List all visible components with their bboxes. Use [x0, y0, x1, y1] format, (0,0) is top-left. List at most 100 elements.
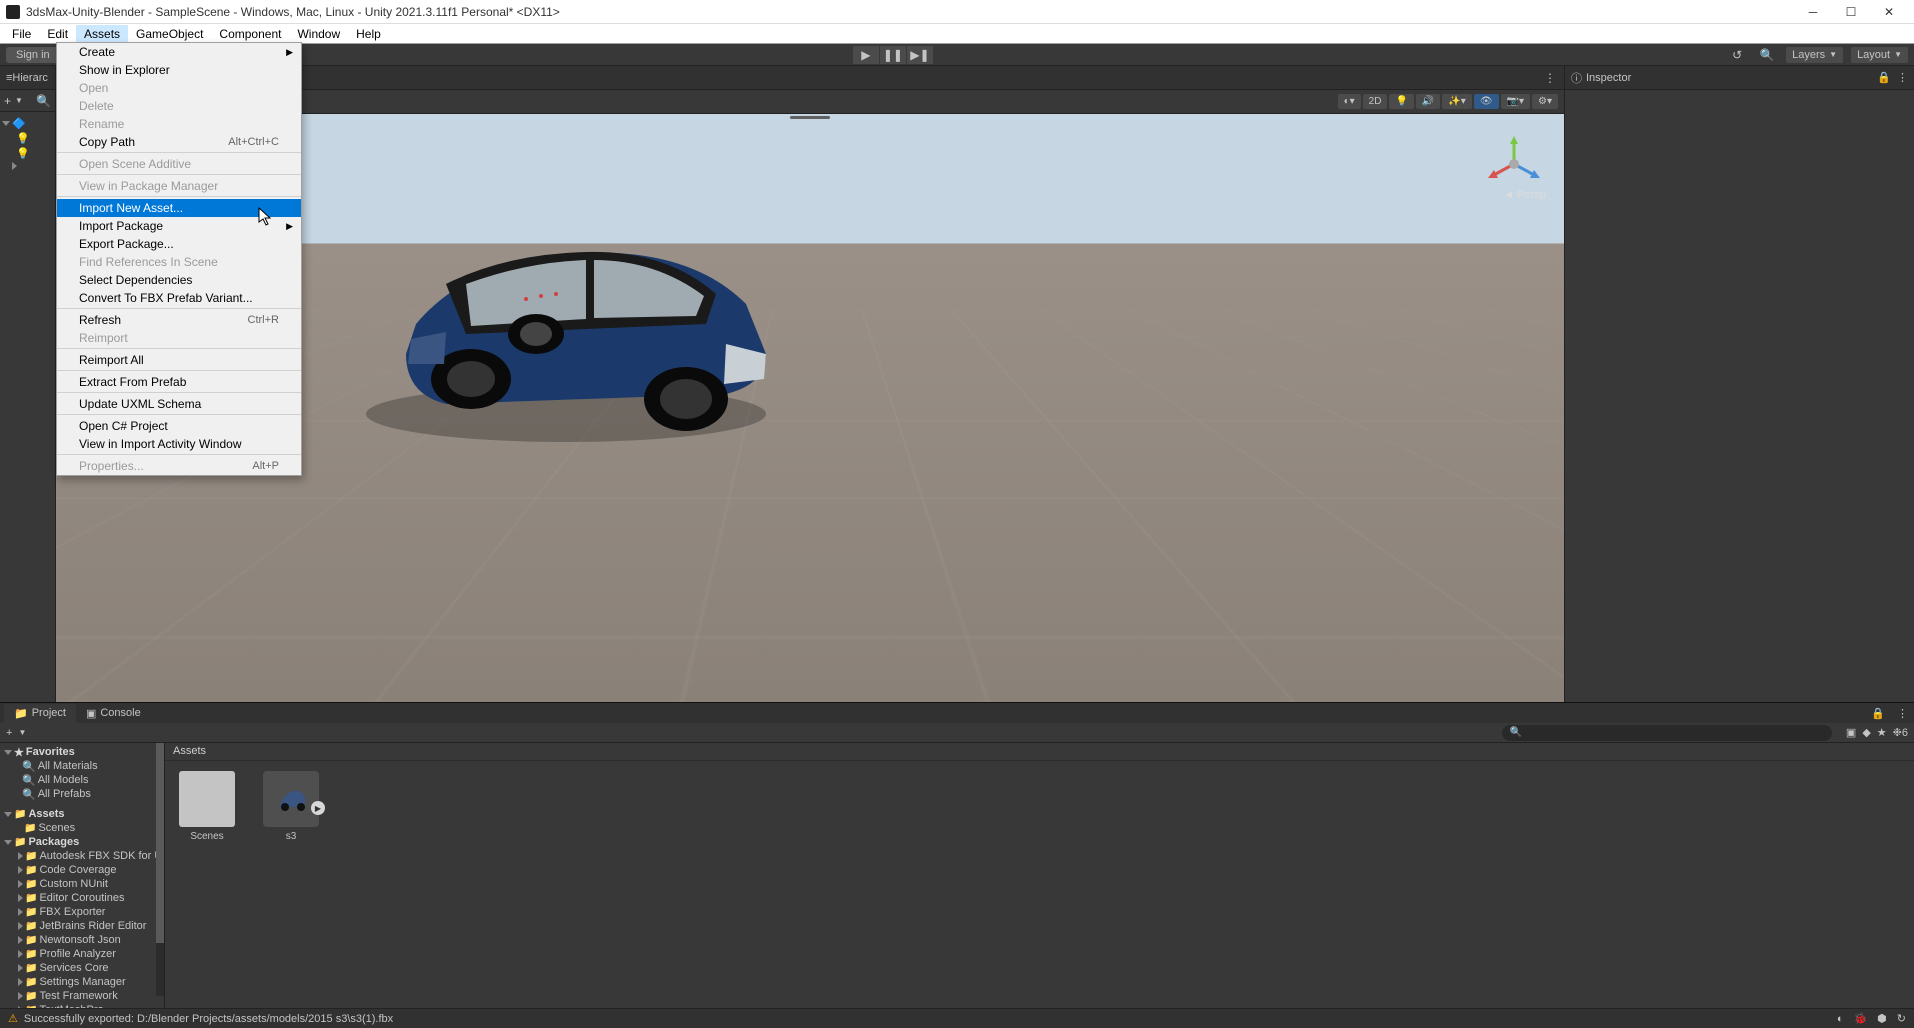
hidden-packages-button[interactable]: ❉6	[1893, 726, 1908, 739]
step-button[interactable]: ▶❚	[907, 46, 933, 64]
lock-icon[interactable]: 🔒	[1877, 71, 1891, 84]
hidden-toggle-button[interactable]: 👁	[1474, 94, 1499, 109]
tab-menu-icon[interactable]: ⋮	[1536, 71, 1564, 85]
tree-folder[interactable]: 📁 Code Coverage	[0, 863, 164, 877]
tree-folder[interactable]: 📁 FBX Exporter	[0, 905, 164, 919]
hierarchy-item[interactable]: 🔷	[2, 116, 53, 131]
folder-icon: 📁	[14, 707, 28, 720]
search-icon[interactable]: 🔍	[1756, 46, 1778, 64]
tree-folder[interactable]: 📁 Test Framework	[0, 989, 164, 1003]
tree-folder[interactable]: 📁 JetBrains Rider Editor	[0, 919, 164, 933]
tree-folder[interactable]: 📁 Custom NUnit	[0, 877, 164, 891]
tree-folder[interactable]: 📁 Newtonsoft Json	[0, 933, 164, 947]
car-model[interactable]	[326, 184, 806, 464]
tree-folder[interactable]: 📁 TextMeshPro	[0, 1003, 164, 1008]
menu-item-reimport-all[interactable]: Reimport All	[57, 351, 301, 371]
menu-window[interactable]: Window	[289, 25, 348, 43]
menu-item-extract-from-prefab[interactable]: Extract From Prefab	[57, 373, 301, 393]
lighting-toggle-button[interactable]: 💡	[1389, 94, 1413, 109]
hierarchy-tab[interactable]: ≡ Hierarc	[0, 66, 55, 90]
tree-scrollbar-thumb[interactable]	[156, 743, 164, 943]
packages-header[interactable]: 📁 Packages	[0, 835, 164, 849]
menu-item-reimport: Reimport	[57, 329, 301, 349]
menu-item-select-dependencies[interactable]: Select Dependencies	[57, 271, 301, 289]
camera-toggle-button[interactable]: 📷▾	[1501, 94, 1530, 109]
console-tab[interactable]: ▣Console	[76, 704, 151, 723]
pause-button[interactable]: ❚❚	[880, 46, 906, 64]
menu-component[interactable]: Component	[211, 25, 289, 43]
layout-dropdown[interactable]: Layout ▼	[1851, 47, 1908, 63]
hierarchy-item[interactable]	[2, 161, 53, 171]
menu-edit[interactable]: Edit	[39, 25, 76, 43]
sign-in-button[interactable]: Sign in	[6, 47, 60, 63]
menu-file[interactable]: File	[4, 25, 39, 43]
undo-history-icon[interactable]: ↺	[1726, 46, 1748, 64]
hierarchy-item[interactable]: 💡	[2, 131, 53, 146]
add-asset-button[interactable]: +	[6, 727, 12, 739]
status-reload-icon[interactable]: ↻	[1897, 1012, 1906, 1025]
status-progress-icon[interactable]: ◐	[1837, 1013, 1844, 1025]
project-tree[interactable]: ★ Favorites 🔍 All Materials 🔍 All Models…	[0, 743, 165, 1008]
hierarchy-item[interactable]: 💡	[2, 146, 53, 161]
tree-folder[interactable]: 📁 Scenes	[0, 821, 164, 835]
inspector-tab[interactable]: Inspector	[1586, 72, 1631, 84]
add-button[interactable]: +	[4, 94, 11, 108]
filter-by-type-icon[interactable]: ▣	[1846, 726, 1856, 739]
inspector-menu-icon[interactable]: ⋮	[1897, 71, 1908, 84]
status-cache-icon[interactable]: ⬢	[1877, 1012, 1887, 1025]
menu-item-rename: Rename	[57, 115, 301, 133]
asset-folder[interactable]: Scenes	[175, 771, 239, 842]
audio-toggle-button[interactable]: 🔊	[1416, 94, 1440, 109]
menu-gameobject[interactable]: GameObject	[128, 25, 211, 43]
favorites-header[interactable]: ★ Favorites	[0, 745, 164, 759]
maximize-button[interactable]: ☐	[1832, 0, 1870, 24]
assets-breadcrumb[interactable]: Assets	[165, 743, 1914, 761]
2d-toggle-button[interactable]: 2D	[1363, 94, 1388, 109]
menu-item-export-package[interactable]: Export Package...	[57, 235, 301, 253]
project-tab[interactable]: 📁Project	[4, 704, 76, 723]
favorite-item[interactable]: 🔍 All Materials	[0, 759, 164, 773]
status-message: Successfully exported: D:/Blender Projec…	[24, 1013, 393, 1025]
tree-folder[interactable]: 📁 Settings Manager	[0, 975, 164, 989]
menu-item-open-c-project[interactable]: Open C# Project	[57, 417, 301, 435]
perspective-label[interactable]: Persp	[1503, 189, 1546, 201]
menu-assets[interactable]: Assets	[76, 25, 128, 43]
minimize-button[interactable]: ─	[1794, 0, 1832, 24]
favorite-item[interactable]: 🔍 All Models	[0, 773, 164, 787]
menu-item-copy-path[interactable]: Copy PathAlt+Ctrl+C	[57, 133, 301, 153]
layers-dropdown[interactable]: Layers ▼	[1786, 47, 1843, 63]
tree-folder[interactable]: 📁 Editor Coroutines	[0, 891, 164, 905]
status-bug-icon[interactable]: 🐞	[1853, 1012, 1867, 1025]
gizmos-dropdown[interactable]: ⚙▾	[1532, 94, 1558, 109]
lock-icon[interactable]: 🔒	[1865, 707, 1891, 720]
tree-folder[interactable]: 📁 Services Core	[0, 961, 164, 975]
fx-toggle-button[interactable]: ✨▾	[1442, 94, 1471, 109]
favorite-item[interactable]: 🔍 All Prefabs	[0, 787, 164, 801]
panel-drag-handle[interactable]	[790, 116, 830, 119]
menu-item-view-in-package-manager: View in Package Manager	[57, 177, 301, 197]
menu-item-view-in-import-activity-window[interactable]: View in Import Activity Window	[57, 435, 301, 455]
hierarchy-search-icon[interactable]: 🔍	[36, 94, 51, 108]
tree-folder[interactable]: 📁 Profile Analyzer	[0, 947, 164, 961]
menu-item-refresh[interactable]: RefreshCtrl+R	[57, 311, 301, 329]
asset-model[interactable]: ▶ s3	[259, 771, 323, 842]
axis-gizmo[interactable]	[1484, 134, 1544, 194]
menu-item-show-in-explorer[interactable]: Show in Explorer	[57, 61, 301, 79]
tree-folder[interactable]: 📁 Autodesk FBX SDK for Un	[0, 849, 164, 863]
menu-item-create[interactable]: Create▶	[57, 43, 301, 61]
assets-header[interactable]: 📁 Assets	[0, 807, 164, 821]
play-button[interactable]: ▶	[853, 46, 879, 64]
close-button[interactable]: ✕	[1870, 0, 1908, 24]
filter-by-label-icon[interactable]: ◆	[1862, 726, 1870, 739]
save-search-icon[interactable]: ★	[1877, 726, 1887, 739]
menu-item-update-uxml-schema[interactable]: Update UXML Schema	[57, 395, 301, 415]
view-options-button[interactable]: ◐▾	[1338, 94, 1361, 109]
inspector-icon: ⓘ	[1571, 70, 1582, 86]
menu-item-import-new-asset[interactable]: Import New Asset...	[57, 199, 301, 217]
menu-item-import-package[interactable]: Import Package▶	[57, 217, 301, 235]
panel-menu-icon[interactable]: ⋮	[1891, 707, 1914, 720]
assets-grid: Assets Scenes ▶ s3	[165, 743, 1914, 1008]
menu-help[interactable]: Help	[348, 25, 389, 43]
menu-item-convert-to-fbx-prefab-variant[interactable]: Convert To FBX Prefab Variant...	[57, 289, 301, 309]
project-search-input[interactable]: 🔍	[1502, 725, 1832, 741]
